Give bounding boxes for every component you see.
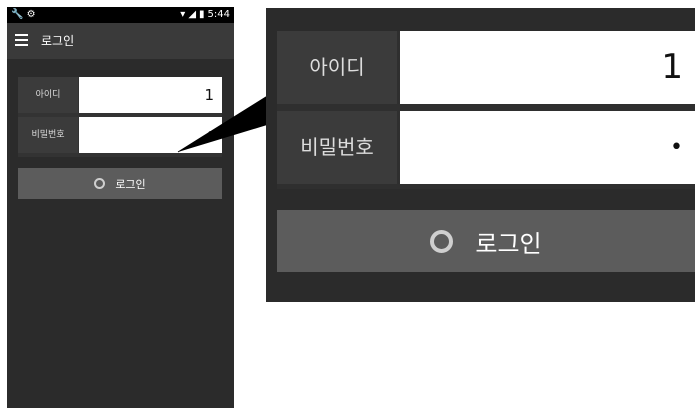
zoom-id-row: 아이디 1	[277, 31, 695, 104]
password-input[interactable]: •	[79, 117, 222, 153]
zoom-id-input[interactable]: 1	[400, 31, 695, 104]
login-button[interactable]: 로그인	[18, 168, 222, 199]
status-bar-right: ▾ ◢ ▮ 5:44	[180, 8, 230, 22]
app-bar: 로그인	[7, 23, 234, 59]
wrench-icon: 🔧	[11, 9, 24, 20]
zoom-password-label: 비밀번호	[277, 111, 397, 184]
status-bar: 🔧 ⚙ ▾ ◢ ▮ 5:44	[7, 7, 234, 23]
zoom-login-form: 아이디 1 비밀번호 •	[277, 31, 695, 189]
id-label: 아이디	[18, 77, 78, 113]
android-debug-icon: ⚙	[26, 9, 36, 20]
phone-screen: 🔧 ⚙ ▾ ◢ ▮ 5:44 로그인 아이디 1 비밀번호 • 로그인	[7, 7, 234, 408]
status-time: 5:44	[207, 9, 230, 20]
zoom-login-button[interactable]: 로그인	[277, 210, 695, 272]
zoom-password-row: 비밀번호 •	[277, 111, 695, 184]
signal-icon: ◢	[188, 9, 197, 20]
zoom-id-label: 아이디	[277, 31, 397, 104]
hamburger-menu-icon[interactable]	[15, 34, 28, 46]
ring-icon	[94, 178, 106, 189]
id-row: 아이디 1	[18, 77, 222, 113]
login-form: 아이디 1 비밀번호 •	[18, 77, 222, 157]
screenshot-stage: 🔧 ⚙ ▾ ◢ ▮ 5:44 로그인 아이디 1 비밀번호 • 로그인 아이디 …	[0, 0, 695, 408]
wifi-icon: ▾	[180, 9, 186, 20]
battery-icon: ▮	[199, 9, 205, 20]
zoom-login-button-label: 로그인	[475, 229, 542, 258]
zoom-password-input[interactable]: •	[400, 111, 695, 184]
status-bar-left: 🔧 ⚙	[11, 8, 36, 22]
page-title: 로그인	[41, 34, 75, 48]
password-label: 비밀번호	[18, 117, 78, 153]
zoom-detail-panel: 아이디 1 비밀번호 • 로그인	[266, 8, 695, 302]
password-row: 비밀번호 •	[18, 117, 222, 153]
login-button-label: 로그인	[115, 177, 146, 191]
zoom-ring-icon	[430, 229, 454, 253]
id-input[interactable]: 1	[79, 77, 222, 113]
